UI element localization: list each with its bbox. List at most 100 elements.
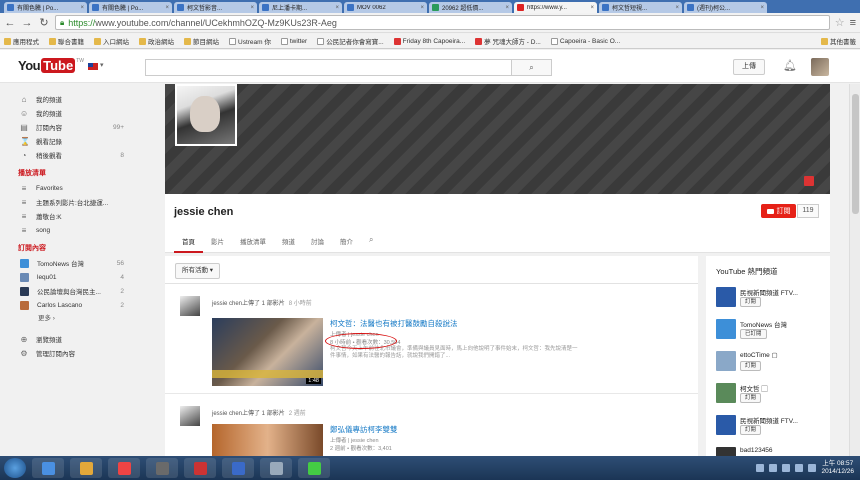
channel-tab[interactable]: 首頁 [174, 230, 203, 253]
browser-menu-icon[interactable]: ≡ [850, 17, 856, 29]
popular-channel-name[interactable]: 民視新聞頻道 FTV... [740, 287, 798, 297]
bookmark-item[interactable]: Friday 8th Capoeira... [393, 37, 465, 45]
subscribe-button[interactable]: 訂閱 [740, 361, 762, 371]
close-icon[interactable]: × [505, 5, 509, 11]
channel-tab[interactable]: 影片 [203, 230, 232, 253]
channel-avatar-icon[interactable] [716, 319, 736, 339]
close-icon[interactable]: × [760, 5, 764, 11]
subscribe-button[interactable]: 訂閱 [761, 204, 796, 218]
tray-icon[interactable] [808, 464, 817, 472]
browser-tab[interactable]: 20962 超低價... × [429, 2, 512, 13]
activity-filter-dropdown[interactable]: 所有活動 ▾ [175, 263, 221, 279]
bookmark-item[interactable]: 夢 咒魂大師方 - D... [475, 36, 541, 46]
video-title-link[interactable]: 柯文哲：法醫也有被打醫鼓勵自殺說法 [330, 318, 458, 329]
start-button[interactable] [4, 458, 26, 478]
guide-item[interactable]: 公民論壇與台灣民主... 2 [0, 284, 148, 298]
popular-channel-name[interactable]: ettoCTime ▢ [740, 351, 778, 359]
taskbar-app-icon[interactable] [146, 458, 178, 478]
guide-item[interactable]: ◔ 稍後觀看 8 [0, 148, 148, 162]
uploader-avatar[interactable] [180, 296, 200, 316]
video-thumbnail[interactable] [212, 424, 323, 456]
guide-more-link[interactable]: 更多 › [0, 312, 148, 326]
back-icon[interactable]: ← [4, 17, 16, 29]
browser-tab[interactable]: 柯文哲影音... × [174, 2, 257, 13]
bookmark-item[interactable]: 聯合書籍 [49, 36, 84, 46]
guide-item[interactable]: ≡ Favorites [0, 181, 148, 195]
tray-icon[interactable] [795, 464, 804, 472]
video-thumbnail[interactable]: 1:48 [212, 318, 323, 386]
scrollbar-thumb[interactable] [852, 94, 859, 214]
bookmark-item[interactable]: 應用程式 [4, 36, 39, 46]
bookmark-item[interactable]: 入口網站 [94, 36, 129, 46]
guide-item[interactable]: ≡ 蕭敬台:K [0, 209, 148, 223]
guide-item[interactable]: lequ01 4 [0, 270, 148, 284]
social-link-icon[interactable] [804, 176, 814, 186]
subscribe-button[interactable]: 訂閱 [740, 297, 762, 307]
channel-tab[interactable]: 簡介 [332, 230, 361, 253]
page-scrollbar[interactable] [849, 84, 860, 456]
channel-tab[interactable]: 討論 [303, 230, 332, 253]
close-icon[interactable]: × [250, 5, 254, 11]
guide-menu-icon[interactable] [88, 63, 98, 70]
browser-tab[interactable]: MOV 0062 × [344, 2, 427, 13]
channel-tab[interactable]: 頻道 [274, 230, 303, 253]
taskbar-app-icon[interactable] [184, 458, 216, 478]
chevron-down-icon[interactable]: ▾ [100, 61, 104, 69]
taskbar-app-icon[interactable] [70, 458, 102, 478]
clock[interactable]: 上午 08:57 2014/12/26 [821, 460, 854, 476]
subscribe-button[interactable]: 已訂閱 [740, 329, 767, 339]
avatar[interactable] [811, 58, 829, 76]
channel-avatar-icon[interactable] [716, 383, 736, 403]
reload-icon[interactable]: ↻ [38, 16, 50, 29]
search-input[interactable]: ⌕ [145, 59, 552, 76]
video-title-link[interactable]: 鄭弘儀專訪柯李雙雙 [330, 424, 398, 435]
subscribe-button[interactable]: 訂閱 [740, 425, 762, 435]
bookmark-item[interactable]: 政治網站 [139, 36, 174, 46]
channel-avatar-icon[interactable] [716, 415, 736, 435]
popular-channel-name[interactable]: bad123456 [740, 447, 773, 454]
close-icon[interactable]: × [335, 5, 339, 11]
tray-icon[interactable] [769, 464, 778, 472]
channel-tab[interactable]: 播放清單 [232, 230, 274, 253]
upload-button[interactable]: 上傳 [733, 59, 765, 75]
tray-icon[interactable] [782, 464, 791, 472]
close-icon[interactable]: × [590, 5, 594, 11]
bookmark-item[interactable]: 公民記者你會寫寶... [317, 36, 384, 46]
taskbar-app-icon[interactable] [298, 458, 330, 478]
browser-tab[interactable]: 有關色騰 | Po... × [4, 2, 87, 13]
guide-item[interactable]: ⚙ 管理訂閱內容 [0, 346, 148, 360]
taskbar-app-icon[interactable] [222, 458, 254, 478]
browser-tab[interactable]: https://www.y... × [514, 2, 597, 13]
guide-item[interactable]: ⌂ 我的頻道 [0, 92, 148, 106]
guide-item[interactable]: ≡ song [0, 223, 148, 237]
taskbar-app-icon[interactable] [32, 458, 64, 478]
bookmark-item[interactable]: twitter [280, 37, 307, 45]
search-icon[interactable]: ⌕ [361, 230, 381, 253]
bookmark-item[interactable]: Capoeira - Basic O... [550, 37, 620, 45]
youtube-logo[interactable]: You Tube TW [18, 58, 84, 73]
browser-tab[interactable]: 尼上潘卡期... × [259, 2, 342, 13]
guide-item[interactable]: ≡ 主題系列影片:台北捷運... [0, 195, 148, 209]
popular-channel-name[interactable]: TomoNews 台灣 [740, 319, 787, 329]
popular-channel-name[interactable]: 柯文哲 ▢ [740, 383, 768, 393]
browser-tab[interactable]: 柯文哲短視... × [599, 2, 682, 13]
guide-item[interactable]: ▤ 訂閱內容 99+ [0, 120, 148, 134]
subscribe-button[interactable]: 訂閱 [740, 393, 762, 403]
guide-item[interactable]: TomoNews 台灣 56 [0, 256, 148, 270]
channel-avatar-icon[interactable] [716, 287, 736, 307]
popular-channel-name[interactable]: 民視新聞頻道 FTV... [740, 415, 798, 425]
browser-tab[interactable]: 有關色騰 | Po... × [89, 2, 172, 13]
taskbar-app-icon[interactable] [260, 458, 292, 478]
browser-tab[interactable]: (週刊)柯公... × [684, 2, 767, 13]
bookmark-star-icon[interactable]: ☆ [835, 16, 845, 29]
guide-item[interactable]: ⌛ 觀看記錄 [0, 134, 148, 148]
address-bar[interactable]: 🔒︎ https://www.youtube.com/channel/UCekh… [55, 15, 830, 30]
search-button[interactable]: ⌕ [511, 60, 551, 75]
close-icon[interactable]: × [165, 5, 169, 11]
guide-item[interactable]: ☺ 我的頻道 [0, 106, 148, 120]
guide-item[interactable]: Carlos Lascano 2 [0, 298, 148, 312]
close-icon[interactable]: × [675, 5, 679, 11]
notifications-bell-icon[interactable]: 🔔︎ [783, 59, 797, 72]
channel-avatar-icon[interactable] [716, 351, 736, 371]
other-bookmarks[interactable]: 其他書籤 [821, 36, 856, 46]
